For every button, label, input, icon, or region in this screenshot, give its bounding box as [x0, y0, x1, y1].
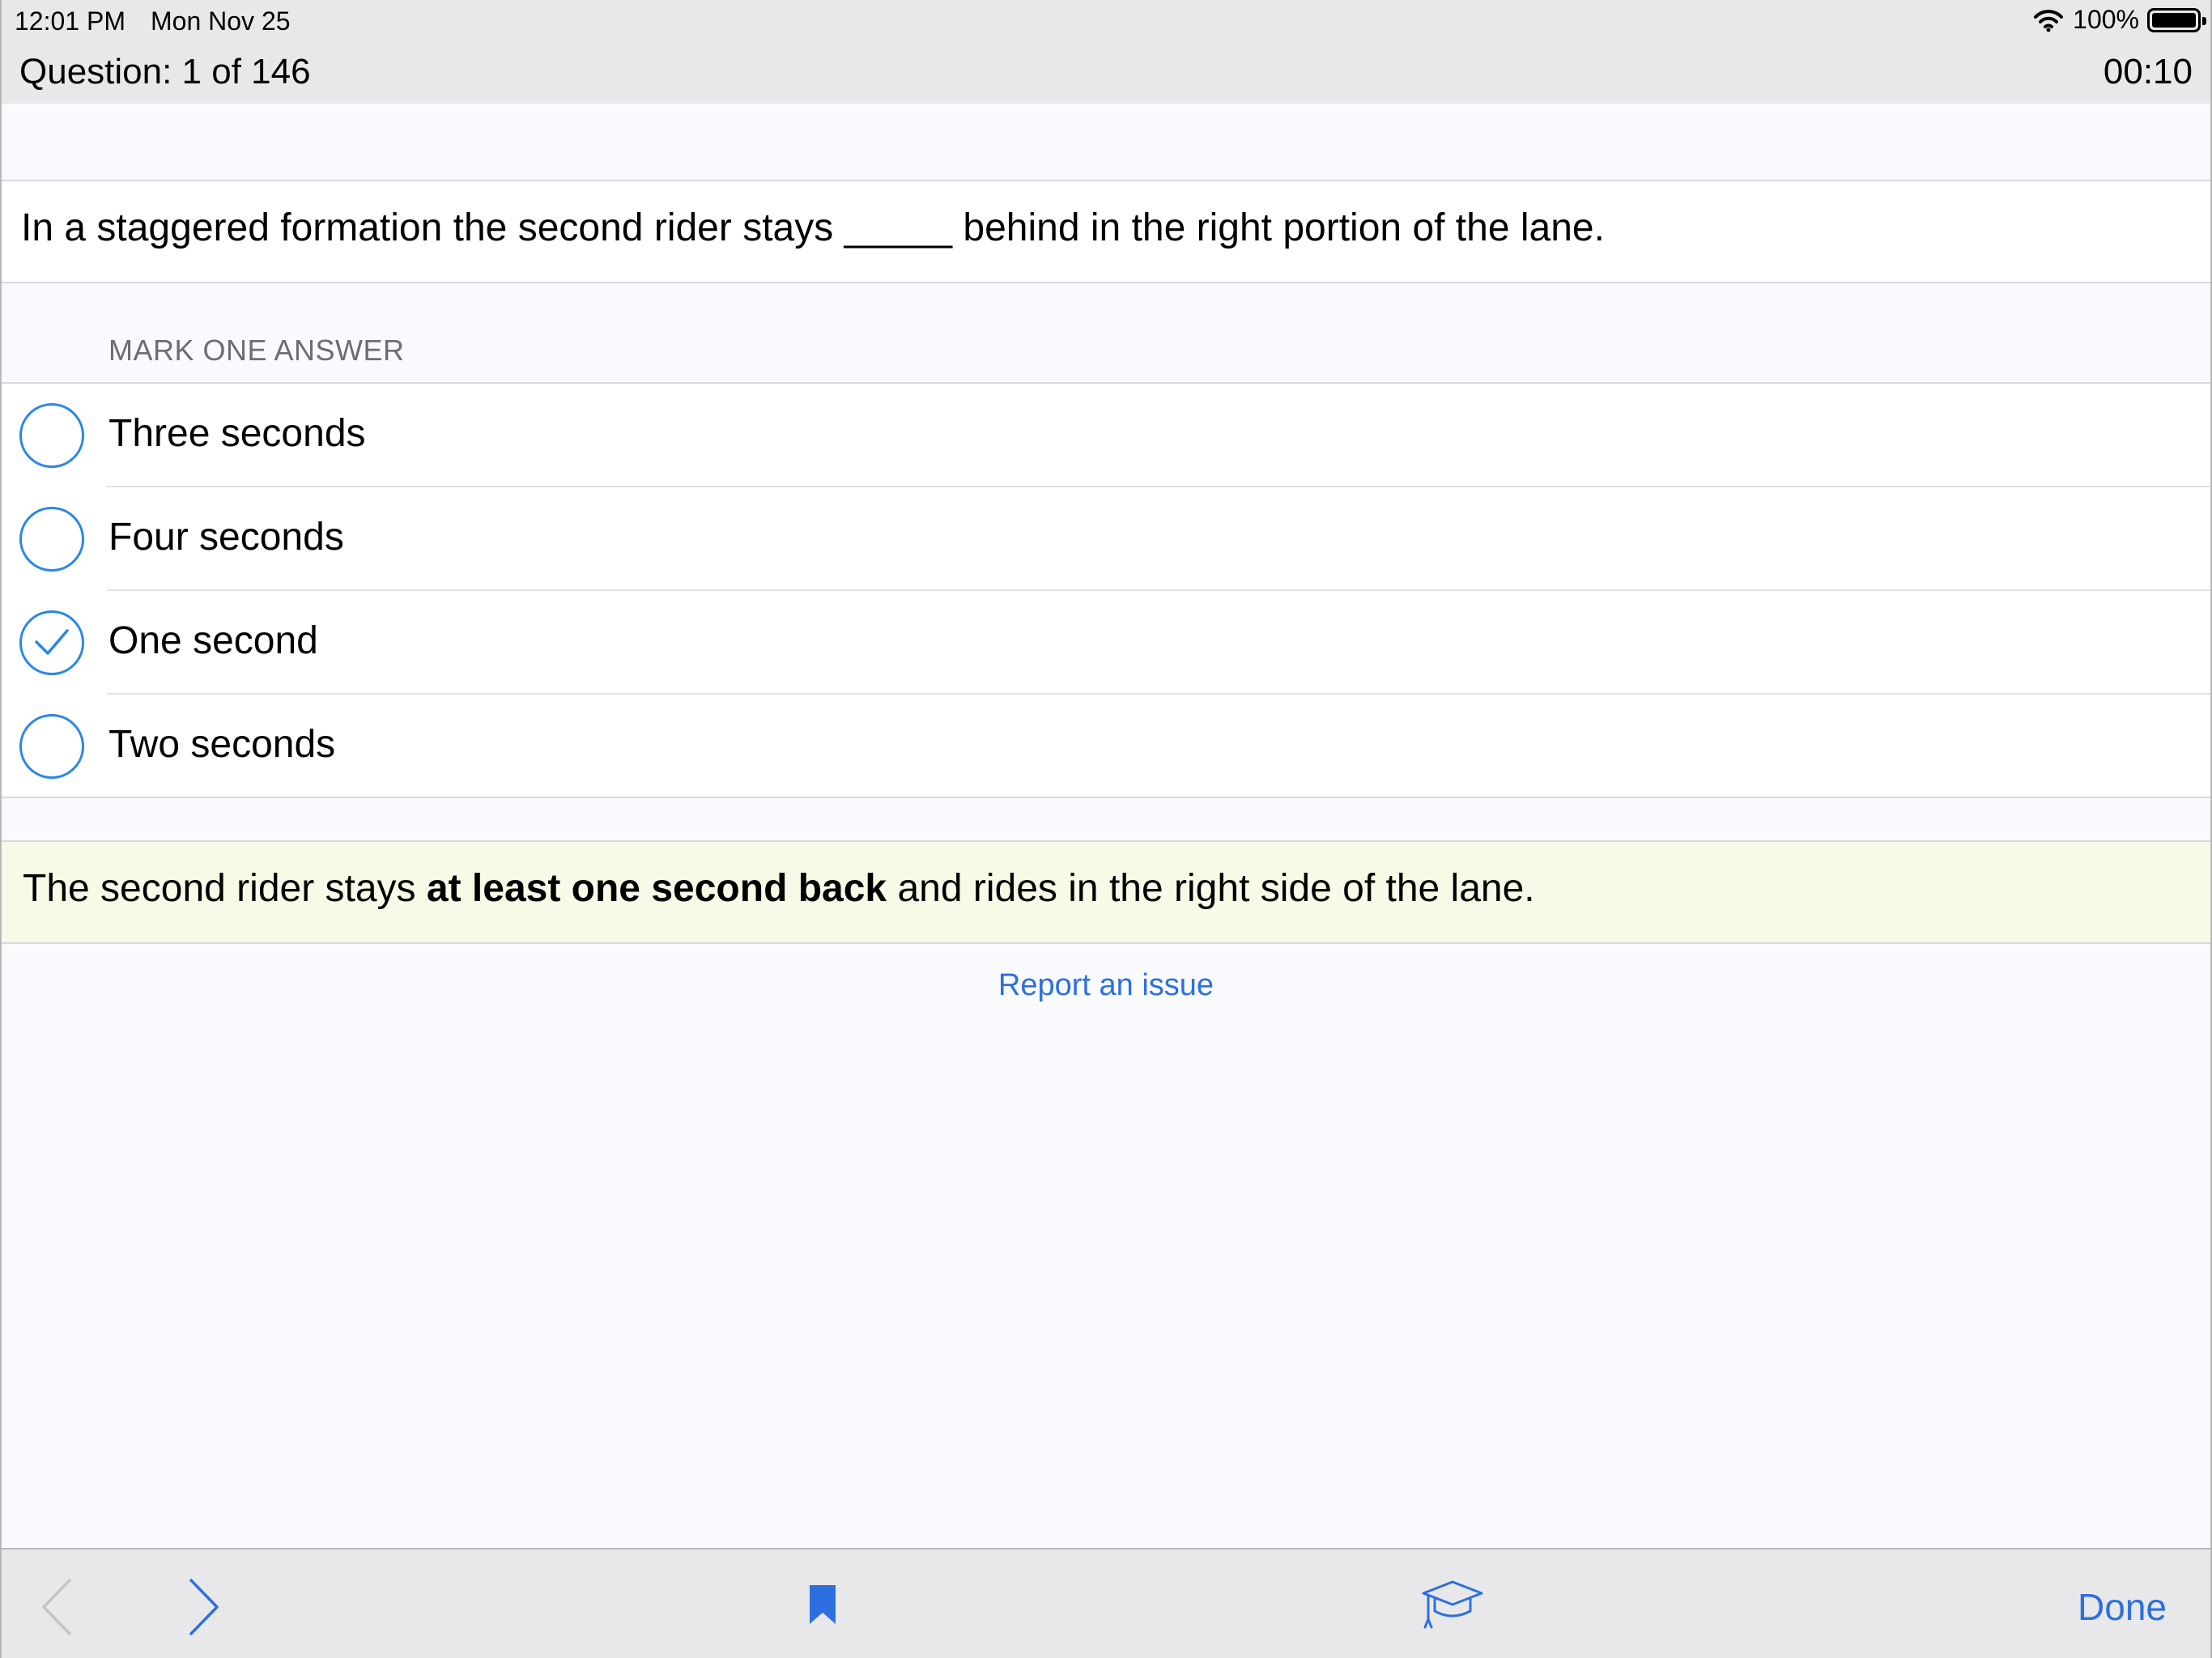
question-counter: Question: 1 of 146: [19, 52, 311, 91]
question-card: In a staggered formation the second ride…: [2, 180, 2210, 283]
chevron-right-icon[interactable]: [183, 1577, 223, 1637]
status-bar: 12:01 PM Mon Nov 25 100%: [2, 0, 2210, 40]
radio-unchecked-icon: [19, 507, 84, 572]
answer-label: Three seconds: [108, 412, 366, 455]
wifi-icon: [2034, 9, 2064, 32]
explanation-text: The second rider stays at least one seco…: [23, 866, 1535, 911]
quiz-timer: 00:10: [2103, 52, 2193, 91]
radio-unchecked-icon: [19, 714, 84, 779]
question-text-before: In a staggered formation the second ride…: [21, 206, 834, 249]
answer-list: Three seconds Four seconds One second Tw…: [2, 382, 2210, 798]
answer-label: Two seconds: [108, 723, 336, 766]
bookmark-icon[interactable]: [808, 1584, 837, 1626]
battery-icon: [2147, 7, 2206, 32]
status-date: Mon Nov 25: [151, 6, 291, 36]
answer-label: One second: [108, 619, 318, 662]
checkmark-icon: [35, 629, 69, 655]
battery-percent: 100%: [2073, 5, 2139, 34]
answer-option[interactable]: Three seconds: [2, 384, 2210, 487]
chevron-left-icon[interactable]: [37, 1577, 78, 1637]
answer-option[interactable]: Four seconds: [2, 487, 2210, 591]
bottom-toolbar: Done: [2, 1548, 2210, 1658]
top-bar: 12:01 PM Mon Nov 25 100% Question: 1 of …: [2, 0, 2210, 104]
explanation-bold: at least one second back: [426, 867, 887, 910]
app-screen: 12:01 PM Mon Nov 25 100% Question: 1 of …: [0, 0, 2212, 1658]
answer-label: Four seconds: [108, 516, 344, 559]
explanation-box: The second rider stays at least one seco…: [2, 840, 2210, 944]
done-button[interactable]: Done: [2078, 1585, 2167, 1629]
answers-section-header: MARK ONE ANSWER: [108, 334, 405, 367]
status-right: 100%: [2032, 5, 2206, 35]
explanation-before: The second rider stays: [23, 867, 416, 910]
explanation-after: and rides in the right side of the lane.: [897, 867, 1535, 910]
radio-unchecked-icon: [19, 403, 84, 468]
status-time: 12:01 PM: [15, 6, 125, 36]
graduation-cap-icon[interactable]: [1420, 1579, 1485, 1630]
question-text: In a staggered formation the second ride…: [21, 206, 1605, 250]
report-issue-link[interactable]: Report an issue: [2, 968, 2210, 1003]
answer-option[interactable]: Two seconds: [2, 695, 2210, 798]
question-text-after: behind in the right portion of the lane.: [963, 206, 1605, 249]
radio-checked-icon: [19, 610, 84, 675]
question-blank: _____: [844, 206, 953, 249]
answer-option-selected[interactable]: One second: [2, 591, 2210, 695]
